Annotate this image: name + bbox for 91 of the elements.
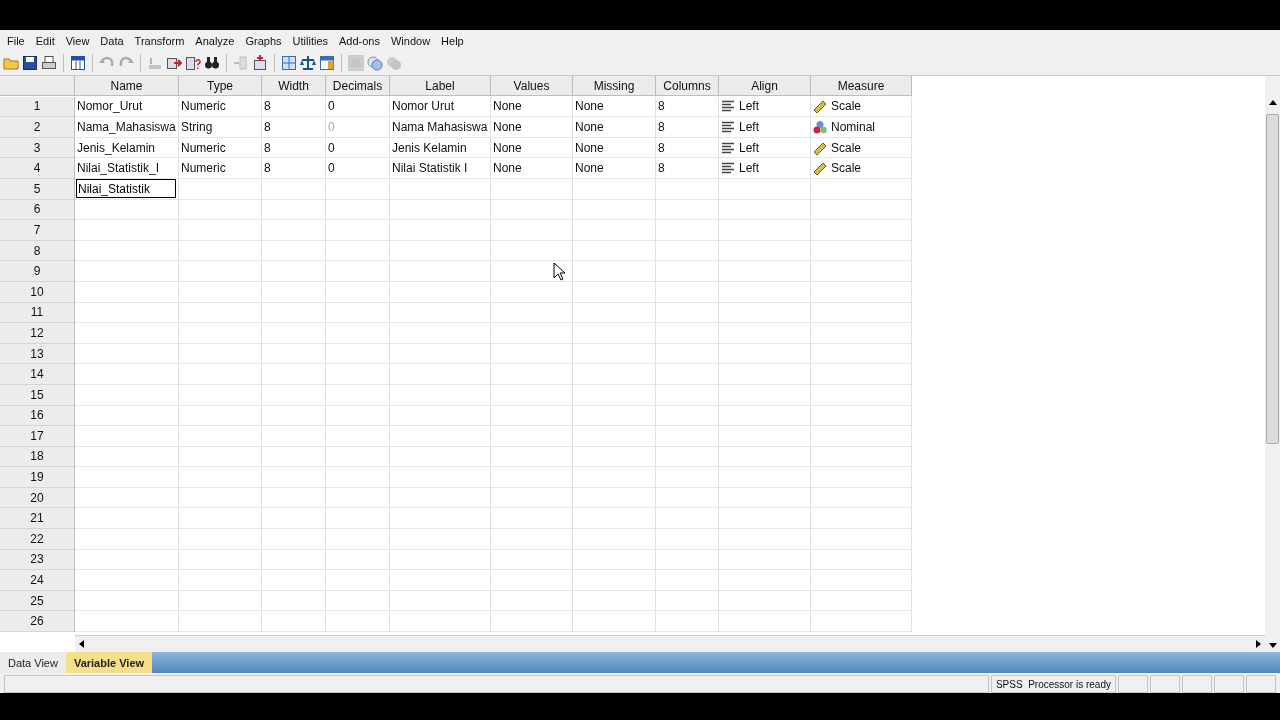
column-header[interactable]: Type xyxy=(179,76,262,96)
table-cell: Jenis_Kelamin xyxy=(75,137,179,159)
align-text: Left xyxy=(739,161,759,176)
row-number[interactable]: 25 xyxy=(0,590,75,612)
column-header[interactable]: Decimals xyxy=(326,76,390,96)
row-number[interactable]: 21 xyxy=(0,508,75,530)
table-cell: Nama_Mahasiswa xyxy=(75,117,179,138)
menu-item[interactable]: Edit xyxy=(31,34,62,47)
view-tab[interactable]: Data View xyxy=(0,652,66,673)
table-cell: 8 xyxy=(656,137,719,159)
row-number[interactable]: 12 xyxy=(0,323,75,344)
menu-item[interactable]: Graphs xyxy=(241,34,289,47)
table-cell: 0 xyxy=(326,158,390,179)
row-number[interactable]: 7 xyxy=(0,220,75,241)
row-number[interactable]: 14 xyxy=(0,364,75,385)
column-header[interactable]: Measure xyxy=(811,76,912,96)
row-number[interactable]: 19 xyxy=(0,467,75,488)
table-cell: Numeric xyxy=(179,137,262,159)
row-number[interactable]: 2 xyxy=(0,117,75,138)
menu-item[interactable]: Transform xyxy=(130,34,192,47)
menu-item[interactable]: Data xyxy=(96,34,131,47)
table-cell: None xyxy=(573,117,656,138)
table-cell: 0 xyxy=(326,137,390,159)
table-cell: Numeric xyxy=(179,158,262,179)
row-number[interactable]: 11 xyxy=(0,302,75,324)
status-message: SPSS Processor is ready xyxy=(990,675,1116,693)
cell-edit-field[interactable]: Nilai_Statistik xyxy=(76,179,176,199)
row-number[interactable]: 17 xyxy=(0,426,75,447)
table-cell: 0 xyxy=(326,117,390,138)
column-header[interactable]: Align xyxy=(719,76,811,96)
row-number[interactable]: 24 xyxy=(0,570,75,591)
row-number[interactable]: 18 xyxy=(0,446,75,468)
measure-text: Scale xyxy=(831,140,862,155)
table-cell: None xyxy=(491,117,573,138)
view-tab[interactable]: Variable View xyxy=(65,652,153,673)
table-cell: String xyxy=(179,117,262,138)
table-cell: 8 xyxy=(262,158,326,179)
table-cell: 8 xyxy=(656,117,719,138)
table-cell: 8 xyxy=(262,96,326,118)
align-text: Left xyxy=(739,120,759,134)
row-number[interactable]: 22 xyxy=(0,529,75,550)
row-number[interactable]: 10 xyxy=(0,281,75,303)
table-cell: None xyxy=(491,158,573,179)
table-cell: Nomor Urut xyxy=(390,96,491,118)
column-header[interactable]: Name xyxy=(75,76,179,96)
table-cell: None xyxy=(491,96,573,118)
table-cell: None xyxy=(491,137,573,159)
measure-text: Scale xyxy=(831,161,862,176)
measure-text: Scale xyxy=(831,99,862,114)
table-cell: 8 xyxy=(656,158,719,179)
menu-item[interactable]: File xyxy=(3,34,32,47)
column-header[interactable]: Missing xyxy=(573,76,656,96)
row-number[interactable]: 6 xyxy=(0,199,75,221)
row-number[interactable]: 1 xyxy=(0,96,75,118)
menu-item[interactable]: Utilities xyxy=(288,34,335,47)
table-cell: 8 xyxy=(656,96,719,118)
table-cell: Nilai Statistik I xyxy=(390,158,491,179)
row-number[interactable]: 4 xyxy=(0,158,75,179)
table-cell: 0 xyxy=(326,96,390,118)
row-number[interactable]: 5 xyxy=(0,178,75,200)
table-cell: None xyxy=(573,158,656,179)
column-header[interactable]: Values xyxy=(491,76,573,96)
align-text: Left xyxy=(739,99,759,114)
menu-item[interactable]: View xyxy=(61,34,97,47)
table-cell: 8 xyxy=(262,117,326,138)
measure-text: Nominal xyxy=(831,120,875,134)
row-number[interactable]: 9 xyxy=(0,261,75,282)
column-header[interactable]: Columns xyxy=(656,76,719,96)
menu-item[interactable]: Analyze xyxy=(191,34,242,47)
table-cell: None xyxy=(573,96,656,118)
align-text: Left xyxy=(739,140,759,155)
row-number[interactable]: 8 xyxy=(0,240,75,262)
row-number[interactable]: 26 xyxy=(0,611,75,633)
menu-item[interactable]: Window xyxy=(387,34,438,47)
menu-item[interactable]: Help xyxy=(437,34,471,47)
row-number[interactable]: 23 xyxy=(0,549,75,571)
menu-item[interactable]: Add-ons xyxy=(335,34,387,47)
row-number[interactable]: 13 xyxy=(0,343,75,365)
row-number[interactable]: 16 xyxy=(0,405,75,427)
table-cell: None xyxy=(573,137,656,159)
table-cell: Nama Mahasiswa xyxy=(390,117,491,138)
table-cell: Nomor_Urut xyxy=(75,96,179,118)
column-header[interactable]: Width xyxy=(262,76,326,96)
table-cell: Jenis Kelamin xyxy=(390,137,491,159)
row-number[interactable]: 15 xyxy=(0,384,75,406)
table-cell: Numeric xyxy=(179,96,262,118)
row-number[interactable]: 20 xyxy=(0,487,75,509)
table-cell: Nilai_Statistik_I xyxy=(75,158,179,179)
table-cell: 8 xyxy=(262,137,326,159)
row-number[interactable]: 3 xyxy=(0,137,75,159)
column-header[interactable]: Label xyxy=(390,76,491,96)
